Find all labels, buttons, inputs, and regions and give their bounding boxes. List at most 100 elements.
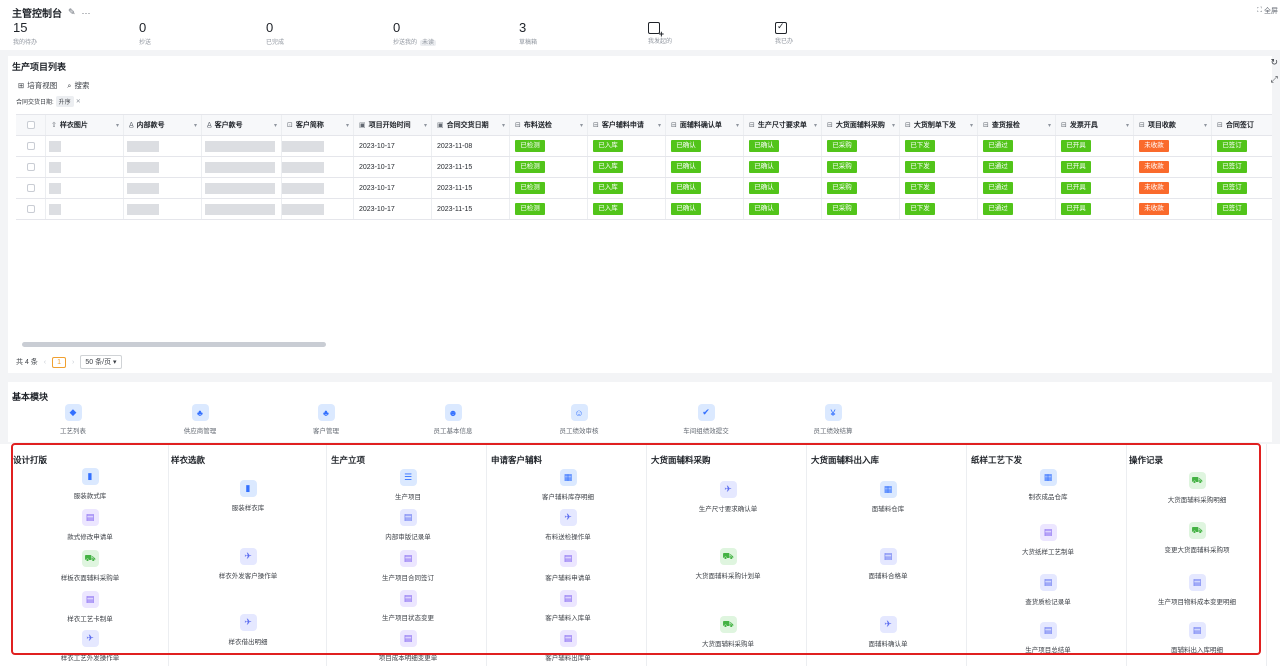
category-item-label: 内部审版记录单	[385, 534, 431, 541]
stat-drafts[interactable]: 3 草稿箱	[519, 20, 639, 46]
col-header[interactable]: ⊟ 大货面辅料采购 ▾	[822, 115, 900, 135]
category-item[interactable]: ⛟ 变更大货面辅料采购项	[1127, 522, 1267, 554]
prev-page-icon[interactable]: ‹	[44, 359, 46, 366]
category-item[interactable]: ▤ 面辅料出入库明细	[1127, 622, 1267, 654]
col-header[interactable]: ⊟ 合同签订	[1212, 115, 1272, 135]
col-header[interactable]: ⊟ 客户辅料申请 ▾	[588, 115, 666, 135]
category-item[interactable]: ✈ 面辅料确认单	[809, 616, 967, 648]
chevron-down-icon: ▾	[657, 122, 661, 129]
category-item[interactable]: ✈ 样衣外发客户操作单	[169, 548, 327, 580]
col-header[interactable]: A̲ 客户款号 ▾	[202, 115, 282, 135]
category-item[interactable]: ✈ 样衣工艺外发操作单	[11, 630, 169, 662]
category-item[interactable]: ✈ 生产尺寸要求确认单	[649, 481, 807, 513]
fullscreen-button[interactable]: ⛶ 全屏	[1257, 6, 1278, 16]
stat-done[interactable]: 0 已完成	[266, 20, 386, 46]
category-item[interactable]: ☰ 生产项目	[329, 469, 487, 501]
category-item[interactable]: ▤ 面辅料合格单	[809, 548, 967, 580]
category-item[interactable]: ▤ 样衣工艺卡制单	[11, 591, 169, 623]
category-item[interactable]: ▦ 客户辅料库存明细	[489, 469, 647, 501]
module-performance-review[interactable]: ☺ 员工绩效审核	[539, 404, 619, 435]
view-button[interactable]: ⊞ 培育视图	[18, 80, 57, 91]
refresh-icon[interactable]: ↻	[1270, 57, 1278, 68]
file-icon: ▤	[1188, 622, 1206, 639]
row-checkbox[interactable]	[26, 184, 35, 192]
col-header[interactable]: ⊡ 客户简称 ▾	[282, 115, 354, 135]
col-header[interactable]: A̲ 内部款号 ▾	[124, 115, 202, 135]
status-cell: 已确认	[666, 178, 744, 198]
category-item[interactable]: ▤ 项目成本明细变更单	[329, 630, 487, 662]
table-row[interactable]: 2023-10-17 2023-11-08 已检测 已入库 已确认 已确认 已采购 已下发 已通…	[16, 136, 1272, 157]
category-item-label: 服装样衣库	[231, 505, 265, 512]
col-header[interactable]: ▣ 项目开始时间 ▾	[354, 115, 432, 135]
stat-cc-me[interactable]: 0 抄送我的 未读	[393, 20, 513, 46]
select-all-cell[interactable]	[16, 115, 46, 135]
col-header[interactable]: ⊟ 项目收款 ▾	[1134, 115, 1212, 135]
table-row[interactable]: 2023-10-17 2023-11-15 已检测 已入库 已确认 已确认 已采购 已下发 已通…	[16, 199, 1272, 220]
search-button[interactable]: ⌕ 搜索	[67, 80, 89, 91]
category-item[interactable]: ▮ 服装样衣库	[169, 480, 327, 512]
category-item[interactable]: ▤ 款式修改申请单	[11, 509, 169, 541]
status-badge: 已入库	[593, 182, 623, 194]
more-icon[interactable]: ···	[82, 8, 91, 18]
row-checkbox[interactable]	[26, 205, 35, 213]
close-icon[interactable]: ✕	[76, 98, 81, 105]
category-item[interactable]: ▦ 面辅料仓库	[809, 481, 967, 513]
category-item[interactable]: ⛟ 大货面辅料采购单	[649, 616, 807, 648]
module-customer[interactable]: ♣ 客户管理	[286, 404, 366, 435]
category-item[interactable]: ▦ 制衣成品仓库	[969, 469, 1127, 501]
select-icon: ⊟	[827, 122, 833, 129]
module-process-list[interactable]: ◆ 工艺列表	[33, 404, 113, 435]
page-number[interactable]: 1	[52, 356, 67, 368]
category-item[interactable]: ▤ 生产项目总结单	[969, 622, 1127, 654]
category-item[interactable]: ▤ 客户辅料申请单	[489, 550, 647, 582]
col-header[interactable]: ⊟ 布料送检 ▾	[510, 115, 588, 135]
col-header[interactable]: ▣ 合同交货日期 ▾	[432, 115, 510, 135]
module-workshop-submit[interactable]: ✔ 车间组绩效提交	[666, 404, 746, 435]
horizontal-scrollbar[interactable]	[22, 342, 326, 347]
stat-cc[interactable]: 0 抄送	[139, 20, 259, 46]
status-badge: 已通过	[983, 182, 1013, 194]
col-header[interactable]: ⊟ 生产尺寸要求单 ▾	[744, 115, 822, 135]
category-item[interactable]: ⛟ 样板衣面辅料采购单	[11, 550, 169, 582]
col-header[interactable]: ⊟ 发票开具 ▾	[1056, 115, 1134, 135]
category-item[interactable]: ✈ 布料送检操作单	[489, 509, 647, 541]
table-row[interactable]: 2023-10-17 2023-11-15 已检测 已入库 已确认 已确认 已采购 已下发 已通…	[16, 157, 1272, 178]
col-header[interactable]: ⊟ 面辅料确认单 ▾	[666, 115, 744, 135]
category-item[interactable]: ▤ 客户辅料入库单	[489, 590, 647, 622]
production-list-title: 生产项目列表	[12, 62, 67, 72]
sort-filter-chip[interactable]: 合同交货日期: 升序 ✕	[16, 96, 81, 107]
stat-todo[interactable]: 15 我的待办	[13, 20, 133, 46]
row-checkbox[interactable]	[26, 163, 35, 171]
category-item[interactable]: ▤ 生产项目物料成本变更明细	[1127, 574, 1267, 606]
col-header[interactable]: ⊟ 查货报检 ▾	[978, 115, 1056, 135]
file-icon: ▤	[399, 630, 417, 647]
category-item[interactable]: ▤ 生产项目状态变更	[329, 590, 487, 622]
expand-icon[interactable]: ⤢	[1270, 74, 1278, 85]
module-employee-info[interactable]: ☻ 员工基本信息	[413, 404, 493, 435]
table-row[interactable]: 2023-10-17 2023-11-15 已检测 已入库 已确认 已确认 已采购 已下发 已通…	[16, 178, 1272, 199]
edit-icon[interactable]: ✎	[68, 7, 76, 18]
category-item[interactable]: ✈ 样衣借出明细	[169, 614, 327, 646]
category-item[interactable]: ▤ 生产项目合同签订	[329, 550, 487, 582]
side-tools: ↻ ⤢	[1270, 57, 1278, 85]
page-size-select[interactable]: 50 条/页 ▾	[80, 355, 122, 369]
module-supplier[interactable]: ♣ 供应商管理	[160, 404, 240, 435]
status-badge: 已采购	[827, 161, 857, 173]
stat-initiated[interactable]: 我发起的	[648, 20, 768, 45]
status-badge: 已通过	[983, 161, 1013, 173]
stat-handled[interactable]: 我已办	[775, 20, 895, 45]
category-item[interactable]: ▤ 查货质检记录单	[969, 574, 1127, 606]
select-all-checkbox[interactable]	[26, 121, 35, 129]
category-item[interactable]: ▤ 客户辅料出库单	[489, 630, 647, 662]
category-item[interactable]: ▤ 大货纸样工艺制单	[969, 524, 1127, 556]
row-checkbox[interactable]	[26, 142, 35, 150]
module-performance-settle[interactable]: ¥ 员工绩效结算	[793, 404, 873, 435]
next-page-icon[interactable]: ›	[72, 359, 74, 366]
category-item[interactable]: ⛟ 大货面辅料采购明细	[1127, 472, 1267, 504]
category-item[interactable]: ▮ 服装款式库	[11, 468, 169, 500]
col-header[interactable]: ⇧ 样衣图片 ▾	[46, 115, 124, 135]
category-item[interactable]: ⛟ 大货面辅料采购计划单	[649, 548, 807, 580]
col-header[interactable]: ⊟ 大货制单下发 ▾	[900, 115, 978, 135]
status-badge: 已检测	[515, 182, 545, 194]
category-item[interactable]: ▤ 内部审版记录单	[329, 509, 487, 541]
